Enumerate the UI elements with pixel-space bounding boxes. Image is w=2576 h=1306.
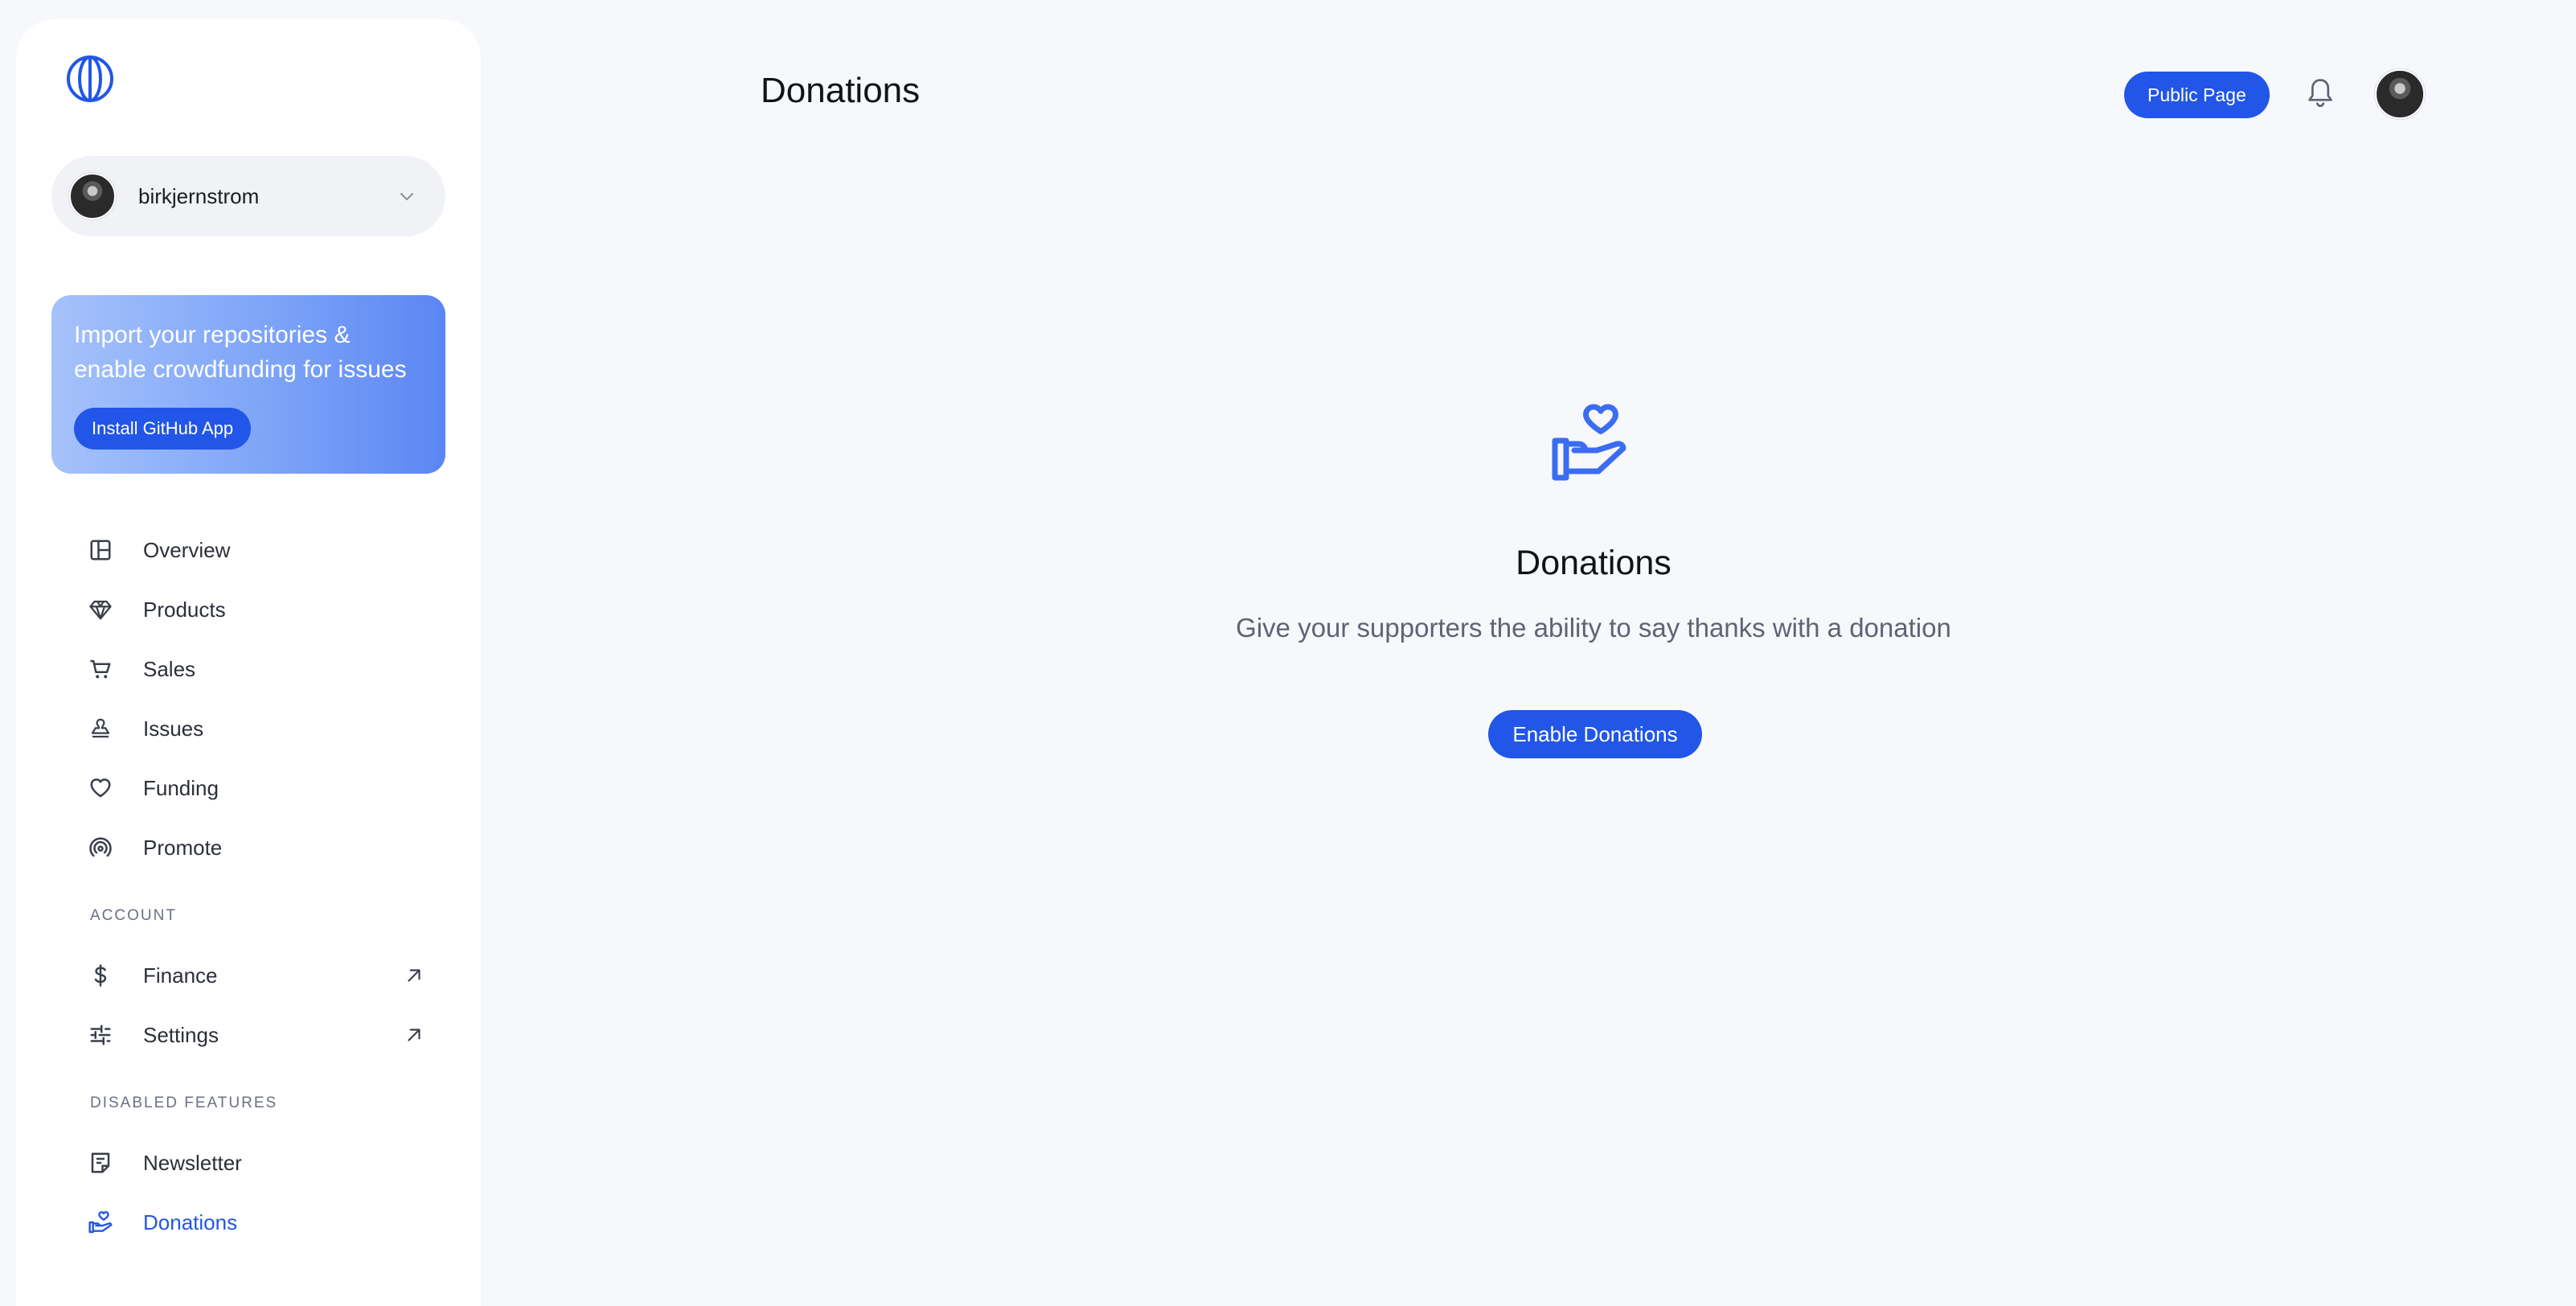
install-github-app-button[interactable]: Install GitHub App <box>74 408 252 450</box>
donation-hand-icon <box>87 1209 114 1236</box>
sidebar-item-label: Newsletter <box>143 1150 242 1175</box>
empty-state-description: Give your supporters the ability to say … <box>1236 613 1951 643</box>
page-title: Donations <box>761 71 921 110</box>
broadcast-icon <box>87 834 114 861</box>
sliders-icon <box>87 1021 114 1049</box>
heart-icon <box>87 774 114 802</box>
sidebar-item-label: Settings <box>143 1022 219 1047</box>
promo-text: Import your repositories & enable crowdf… <box>74 322 407 383</box>
account-name: birkjernstrom <box>138 183 260 208</box>
user-avatar[interactable] <box>2375 69 2425 119</box>
sidebar-item-label: Sales <box>143 656 196 681</box>
dollar-icon <box>87 962 114 989</box>
enable-donations-button[interactable]: Enable Donations <box>1488 710 1702 758</box>
sidebar-item-label: Funding <box>143 775 219 800</box>
polar-logo-icon[interactable] <box>64 53 116 105</box>
external-link-icon <box>408 1029 420 1041</box>
cart-icon <box>87 655 114 683</box>
sidebar-item-funding[interactable]: Funding <box>51 764 445 812</box>
sidebar-item-promote[interactable]: Promote <box>51 823 445 872</box>
sidebar-item-settings[interactable]: Settings <box>51 1011 445 1059</box>
sidebar-item-label: Promote <box>143 835 223 860</box>
disabled-features-section-title: DISABLED FEATURES <box>90 1094 278 1111</box>
sidebar-item-sales[interactable]: Sales <box>51 645 445 693</box>
sidebar-item-newsletter[interactable]: Newsletter <box>51 1139 445 1187</box>
external-link-icon <box>408 969 420 982</box>
sidebar: birkjernstrom Import your repositories &… <box>16 19 481 1306</box>
sidebar-item-label: Donations <box>143 1209 238 1234</box>
public-page-button[interactable]: Public Page <box>2124 72 2270 118</box>
sidebar-item-issues[interactable]: Issues <box>51 704 445 753</box>
issues-icon <box>87 715 114 742</box>
account-switcher[interactable]: birkjernstrom <box>51 156 445 236</box>
newsletter-icon <box>87 1149 114 1177</box>
bell-icon[interactable] <box>2306 76 2335 110</box>
sidebar-item-finance[interactable]: Finance <box>51 951 445 1000</box>
donation-hand-heart-icon <box>1552 404 1626 481</box>
sidebar-item-label: Issues <box>143 716 204 741</box>
sidebar-item-label: Finance <box>143 963 218 988</box>
chevron-down-icon <box>400 193 413 200</box>
sidebar-item-donations[interactable]: Donations <box>51 1198 445 1246</box>
empty-state-title: Donations <box>1516 544 1672 582</box>
avatar <box>69 173 116 220</box>
account-section-title: ACCOUNT <box>90 907 177 924</box>
github-promo-card: Import your repositories & enable crowdf… <box>51 295 445 474</box>
